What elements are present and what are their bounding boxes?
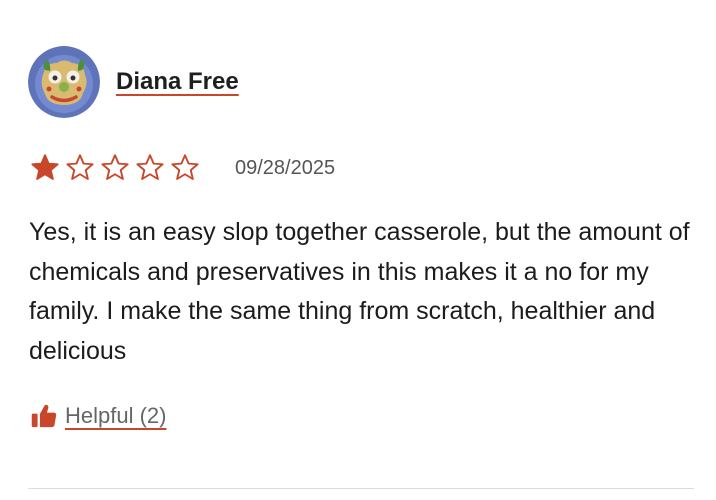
review-rating-row: 09/28/2025	[30, 148, 335, 188]
star-empty-icon	[171, 154, 199, 180]
helpful-count-link[interactable]: Helpful (2)	[65, 403, 166, 429]
review-author: Diana Free	[28, 46, 239, 118]
author-name-link[interactable]: Diana Free	[116, 68, 239, 96]
helpful-button[interactable]: Helpful (2)	[30, 398, 166, 434]
avatar[interactable]	[28, 46, 100, 118]
star-empty-icon	[101, 154, 129, 180]
review-divider	[28, 488, 694, 489]
star-empty-icon	[136, 154, 164, 180]
star-empty-icon	[66, 154, 94, 180]
review-card: Diana Free 09/28/2025 Yes, it is an easy…	[0, 0, 716, 500]
thumbs-up-icon	[31, 404, 57, 428]
review-date: 09/28/2025	[235, 156, 336, 179]
star-rating	[30, 153, 205, 183]
star-filled-icon	[31, 154, 59, 180]
review-text: Yes, it is an easy slop together cassero…	[29, 218, 690, 365]
